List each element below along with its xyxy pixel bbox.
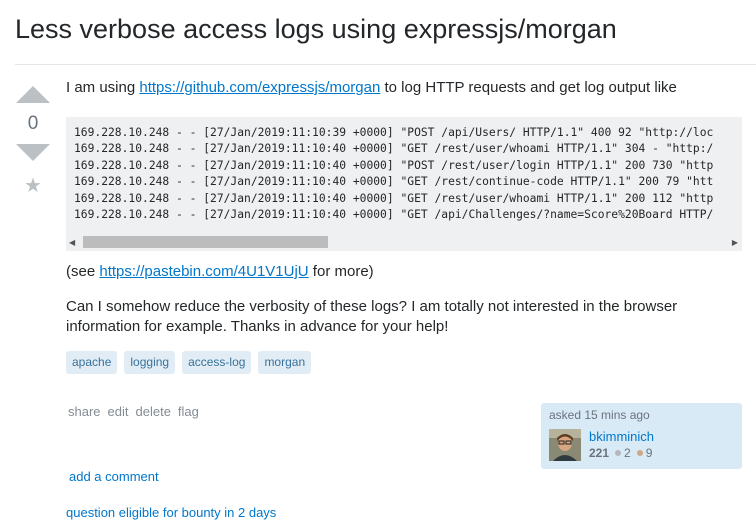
intro-text: I am using [66,79,140,96]
see-prefix: (see [66,263,100,280]
silver-badge-count: 2 [624,446,631,460]
edit-link[interactable]: edit [108,404,129,419]
code-line: 169.228.10.248 - - [27/Jan/2019:11:10:40… [74,175,714,189]
question-body: Can I somehow reduce the verbosity of th… [66,298,678,335]
horizontal-scrollbar[interactable]: ◀ ▶ [66,234,742,251]
user-stats: 221 2 9 [589,446,655,460]
question-intro: I am using https://github.com/expressjs/… [66,78,756,98]
add-comment-link[interactable]: add a comment [69,469,159,484]
bronze-badge-icon [636,450,643,456]
question-title[interactable]: Less verbose access logs using expressjs… [15,14,617,45]
owner-card: asked 15 mins ago bkimminich 221 2 9 [541,403,742,469]
scrollbar-thumb[interactable] [83,236,328,248]
pastebin-link[interactable]: https://pastebin.com/4U1V1UjU [99,263,308,280]
morgan-github-link[interactable]: https://github.com/expressjs/morgan [139,79,380,96]
star-icon[interactable]: ★ [14,173,52,198]
tag-morgan[interactable]: morgan [258,351,312,374]
silver-badge-icon [615,450,622,456]
code-line: 169.228.10.248 - - [27/Jan/2019:11:10:40… [74,191,714,205]
tag-logging[interactable]: logging [124,351,176,374]
asked-time: asked 15 mins ago [549,408,650,422]
code-line: 169.228.10.248 - - [27/Jan/2019:11:10:39… [74,126,714,139]
post-menu: share edit delete flag [68,404,199,419]
see-more-line: (see https://pastebin.com/4U1V1UjU for m… [66,263,374,280]
user-name-link[interactable]: bkimminich [589,429,654,444]
flag-link[interactable]: flag [178,404,199,419]
reputation-score: 221 [589,446,610,460]
bounty-eligible-link[interactable]: question eligible for bounty in 2 days [66,505,276,520]
downvote-arrow-icon[interactable] [16,144,50,161]
scroll-right-arrow-icon[interactable]: ▶ [732,238,738,247]
share-link[interactable]: share [68,404,101,419]
vote-cell: 0 ★ [14,86,52,198]
vote-count: 0 [27,113,39,134]
delete-link[interactable]: delete [136,404,171,419]
scroll-left-arrow-icon[interactable]: ◀ [69,238,75,247]
tag-access-log[interactable]: access-log [182,351,252,374]
intro-suffix: to log HTTP requests and get log output … [380,79,677,96]
see-suffix: for more) [308,263,374,280]
code-line: 169.228.10.248 - - [27/Jan/2019:11:10:40… [74,142,714,156]
tag-apache[interactable]: apache [66,351,118,374]
tag-list: apache logging access-log morgan [66,351,312,374]
code-line: 169.228.10.248 - - [27/Jan/2019:11:10:40… [74,208,714,222]
bronze-badge-count: 9 [645,446,653,460]
code-block: 169.228.10.248 - - [27/Jan/2019:11:10:39… [66,117,742,251]
avatar[interactable] [549,429,581,461]
code-content: 169.228.10.248 - - [27/Jan/2019:11:10:39… [66,117,742,223]
code-line: 169.228.10.248 - - [27/Jan/2019:11:10:40… [74,158,714,172]
upvote-arrow-icon[interactable] [16,86,50,103]
title-divider [15,64,756,65]
